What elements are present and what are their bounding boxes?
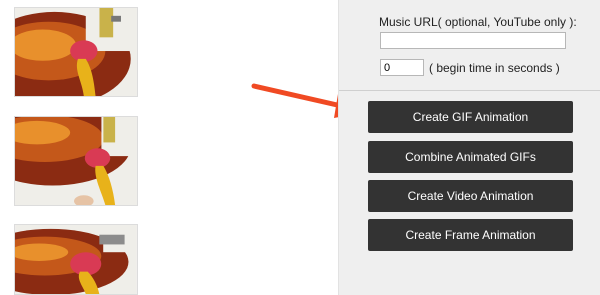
music-url-input[interactable] xyxy=(380,32,566,49)
create-gif-button[interactable]: Create GIF Animation xyxy=(368,101,573,133)
combine-gifs-button[interactable]: Combine Animated GIFs xyxy=(368,141,573,173)
divider xyxy=(339,90,600,91)
guitar-photo-icon xyxy=(15,225,137,294)
create-video-button[interactable]: Create Video Animation xyxy=(368,180,573,212)
frame-thumbnail-3[interactable] xyxy=(14,224,138,295)
frame-thumbnails xyxy=(0,0,200,295)
guitar-photo-icon xyxy=(15,8,137,96)
begin-time-hint: ( begin time in seconds ) xyxy=(429,61,560,75)
create-frame-button[interactable]: Create Frame Animation xyxy=(368,219,573,251)
begin-time-input[interactable] xyxy=(380,59,424,76)
frame-thumbnail-2[interactable] xyxy=(14,116,138,206)
music-url-label: Music URL( optional, YouTube only ): xyxy=(379,15,577,29)
frame-thumbnail-1[interactable] xyxy=(14,7,138,97)
options-panel: Music URL( optional, YouTube only ): ( b… xyxy=(338,0,600,295)
guitar-photo-icon xyxy=(15,117,137,205)
